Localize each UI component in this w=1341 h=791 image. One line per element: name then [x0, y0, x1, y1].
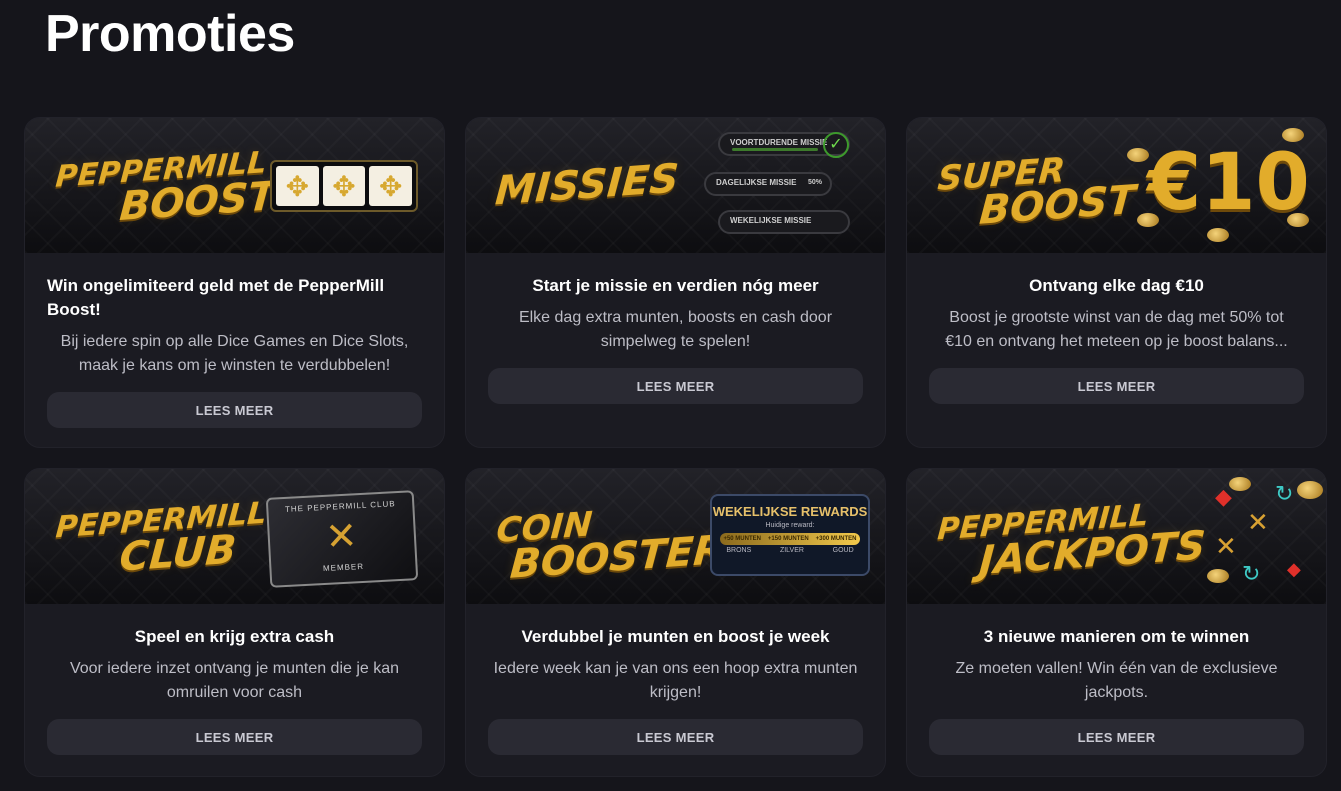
coin-icon: [1207, 228, 1229, 242]
banner-title: PEPPERMILL BOOST: [52, 145, 279, 230]
banner-title: PEPPERMILL JACKPOTS: [934, 498, 1209, 584]
promo-banner[interactable]: PEPPERMILL BOOST ✥ ✥ ✥: [25, 118, 444, 253]
die-icon: ✥: [322, 166, 366, 206]
promo-heading: 3 nieuwe manieren om te winnen: [983, 627, 1250, 646]
banner-title: PEPPERMILL CLUB: [52, 496, 267, 581]
promo-card-peppermill-boost[interactable]: PEPPERMILL BOOST ✥ ✥ ✥ Win ongelimiteerd…: [24, 117, 445, 448]
mission-daily: DAGELIJKSE MISSIE 50%: [704, 172, 832, 196]
windmill-icon: ✕: [1215, 531, 1237, 561]
read-more-button[interactable]: LEES MEER: [47, 392, 422, 428]
promo-card-super-boost[interactable]: SUPER BOOST €10 Ontvang elke dag €10 Boo…: [906, 117, 1327, 448]
dice-icon: ✥ ✥ ✥: [270, 160, 418, 212]
promo-description: Bij iedere spin op alle Dice Games en Di…: [60, 333, 409, 374]
windmill-icon: ✕: [324, 515, 360, 559]
coin-icon: [1287, 213, 1309, 227]
promo-heading: Speel en krijg extra cash: [134, 627, 335, 646]
promo-card-jackpots[interactable]: PEPPERMILL JACKPOTS ◆ ◆ ✕ ✕ ↻ ↻ 3 nieuwe…: [906, 468, 1327, 777]
coin-icon: [1229, 477, 1251, 491]
die-icon: ✥: [369, 166, 413, 206]
promotions-grid: PEPPERMILL BOOST ✥ ✥ ✥ Win ongelimiteerd…: [24, 117, 1328, 777]
coin-icon: [1282, 128, 1304, 142]
rewards-title: WEKELIJKSE REWARDS: [712, 504, 868, 519]
promo-description: Voor iedere inzet ontvang je munten die …: [69, 660, 400, 701]
coin-icon: [1207, 569, 1229, 583]
coin-icon: [1137, 213, 1159, 227]
banner-title: COIN BOOSTER: [493, 499, 728, 588]
promo-banner[interactable]: PEPPERMILL JACKPOTS ◆ ◆ ✕ ✕ ↻ ↻: [907, 469, 1326, 604]
banner-title: SUPER BOOST: [934, 149, 1139, 234]
promo-banner[interactable]: PEPPERMILL CLUB THE PEPPERMILL CLUB ✕ ME…: [25, 469, 444, 604]
member-card-label: MEMBER: [322, 561, 365, 574]
rewards-subtitle: Huidige reward:: [765, 522, 815, 529]
promo-banner[interactable]: SUPER BOOST €10: [907, 118, 1326, 253]
coin-icon: [1127, 148, 1149, 162]
member-card: THE PEPPERMILL CLUB ✕ MEMBER: [265, 490, 419, 588]
promo-heading: Start je missie en verdien nóg meer: [532, 276, 819, 295]
die-icon: ✥: [276, 166, 319, 206]
promo-banner[interactable]: COIN BOOSTER WEKELIJKSE REWARDS Huidige …: [466, 469, 885, 604]
mission-weekly: WEKELIJKSE MISSIE: [718, 210, 850, 234]
cycle-icon: ↻: [1242, 561, 1261, 586]
windmill-icon: ✕: [1247, 507, 1269, 537]
read-more-button[interactable]: LEES MEER: [929, 368, 1304, 404]
promo-heading: Win ongelimiteerd geld met de PepperMill…: [47, 276, 385, 319]
ten-euro-amount: €10: [1147, 138, 1310, 228]
rewards-progress-bar: +50 MUNTEN +150 MUNTEN +300 MUNTEN: [720, 533, 860, 545]
read-more-button[interactable]: LEES MEER: [488, 719, 863, 755]
weekly-rewards-panel: WEKELIJKSE REWARDS Huidige reward: +50 M…: [710, 494, 870, 576]
promo-heading: Ontvang elke dag €10: [1029, 276, 1204, 295]
banner-title: MISSIES: [493, 155, 681, 215]
promo-description: Elke dag extra munten, boosts en cash do…: [518, 309, 833, 350]
banner-title-line1: MISSIES: [493, 155, 681, 215]
promo-description: Ze moeten vallen! Win één van de exclusi…: [955, 660, 1278, 701]
cycle-icon: ↻: [1275, 481, 1294, 506]
mission-progress: 50%: [807, 179, 822, 186]
read-more-button[interactable]: LEES MEER: [47, 719, 422, 755]
rewards-levels: BRONS ZILVER GOUD: [726, 547, 854, 554]
promo-card-missies[interactable]: MISSIES VOORTDURENDE MISSIE DAGELIJKSE M…: [465, 117, 886, 448]
read-more-button[interactable]: LEES MEER: [488, 368, 863, 404]
coin-icon: [1297, 481, 1323, 499]
check-icon: ✓: [823, 132, 849, 158]
read-more-button[interactable]: LEES MEER: [929, 719, 1304, 755]
page-title: Promoties: [45, 5, 295, 63]
promo-description: Boost je grootste winst van de dag met 5…: [929, 306, 1304, 354]
promo-card-peppermill-club[interactable]: PEPPERMILL CLUB THE PEPPERMILL CLUB ✕ ME…: [24, 468, 445, 777]
promo-description-line1: Boost je grootste winst van de dag met 5…: [949, 309, 1284, 326]
gem-icon: ◆: [1215, 484, 1232, 509]
promo-heading: Verdubbel je munten en boost je week: [521, 627, 830, 646]
gem-icon: ◆: [1287, 559, 1301, 579]
promo-banner[interactable]: MISSIES VOORTDURENDE MISSIE DAGELIJKSE M…: [466, 118, 885, 253]
promo-description: Iedere week kan je van ons een hoop extr…: [493, 660, 858, 701]
promo-description-line2: €10 en ontvang het meteen op je boost ba…: [945, 333, 1288, 350]
promo-card-coin-booster[interactable]: COIN BOOSTER WEKELIJKSE REWARDS Huidige …: [465, 468, 886, 777]
